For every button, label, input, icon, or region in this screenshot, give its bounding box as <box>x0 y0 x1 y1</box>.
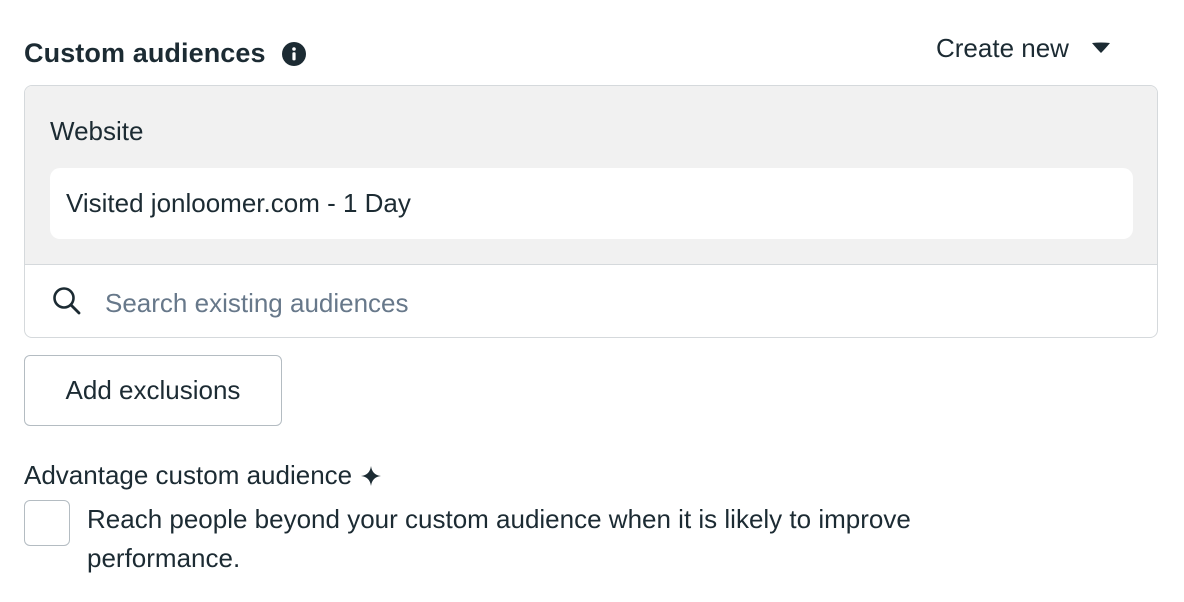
custom-audience-box: Website Visited jonloomer.com - 1 Day <box>24 85 1158 338</box>
selected-audiences-section: Website Visited jonloomer.com - 1 Day <box>25 86 1157 265</box>
selected-audience-item[interactable]: Visited jonloomer.com - 1 Day <box>50 168 1133 239</box>
caret-down-icon <box>1091 42 1110 53</box>
sparkle-icon <box>361 465 382 486</box>
add-exclusions-button[interactable]: Add exclusions <box>24 355 282 426</box>
search-existing-audiences-input[interactable] <box>103 276 1137 330</box>
section-header: Custom audiences <box>24 38 306 69</box>
advantage-label-text: Advantage custom audience <box>24 460 353 490</box>
advantage-audience-checkbox[interactable] <box>24 500 70 546</box>
info-icon[interactable] <box>281 41 306 66</box>
create-new-label: Create new <box>936 32 1069 63</box>
create-new-dropdown[interactable]: Create new <box>936 28 1111 68</box>
search-icon <box>53 287 81 315</box>
audience-search-row <box>25 266 1157 337</box>
advantage-audience-description: Reach people beyond your custom audience… <box>87 504 911 573</box>
section-title: Custom audiences <box>24 38 266 68</box>
advantage-custom-audience-label: Advantage custom audience <box>24 460 382 491</box>
audience-category-label: Website <box>50 116 144 146</box>
